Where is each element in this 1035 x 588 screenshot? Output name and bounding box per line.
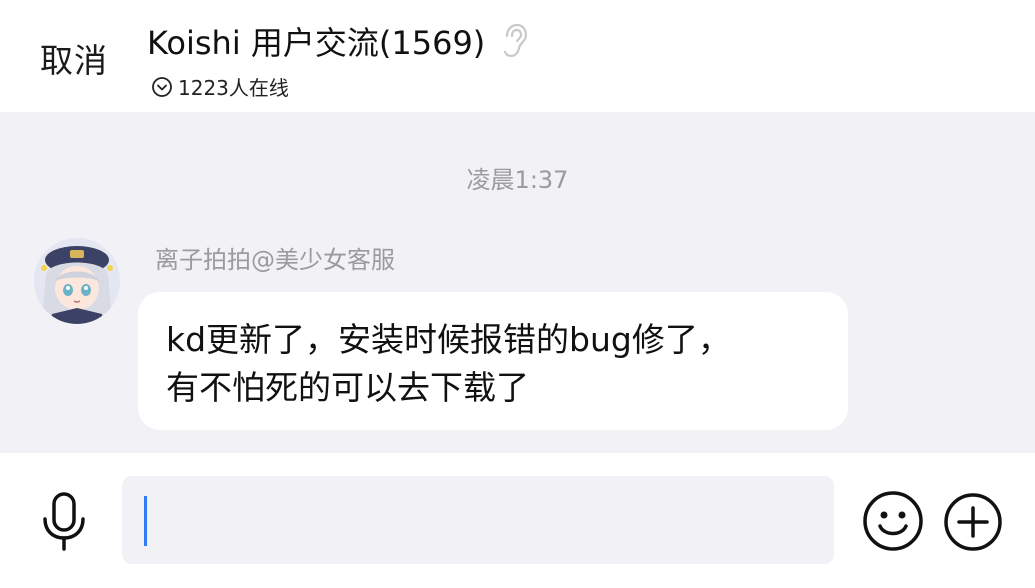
avatar[interactable] — [34, 238, 120, 324]
online-status[interactable]: 1223人在线 — [151, 72, 529, 101]
message-bubble[interactable]: kd更新了，安装时候报错的bug修了， 有不怕死的可以去下载了 — [138, 292, 848, 430]
sender-name[interactable]: 离子拍拍@美少女客服 — [155, 240, 395, 275]
message-text-line: 有不怕死的可以去下载了 — [166, 368, 529, 407]
message-input[interactable] — [122, 476, 834, 564]
message-list[interactable]: 凌晨1:37 离子拍拍@美少女客服 kd更新了，安装时候报错的bug修了， 有不… — [0, 112, 1035, 453]
plus-circle-icon[interactable] — [943, 492, 1003, 552]
chevron-circle-down-icon — [152, 76, 172, 97]
online-count: 1223人在线 — [178, 76, 289, 100]
message-text-line: kd更新了，安装时候报错的bug修了， — [166, 320, 731, 359]
chat-header: 取消 Koishi 用户交流(1569) 1223人在线 — [0, 0, 1035, 112]
avatar-illustration — [34, 238, 120, 324]
title-row: Koishi 用户交流(1569) — [147, 18, 529, 64]
microphone-icon[interactable] — [38, 491, 90, 553]
text-caret — [144, 496, 147, 546]
chat-title-area[interactable]: Koishi 用户交流(1569) 1223人在线 — [147, 18, 529, 101]
group-title[interactable]: Koishi 用户交流(1569) — [147, 18, 485, 64]
ear-icon[interactable] — [499, 22, 529, 60]
cancel-button[interactable]: 取消 — [40, 34, 108, 82]
input-bar — [0, 453, 1035, 588]
message-timestamp: 凌晨1:37 — [466, 166, 569, 194]
smiley-icon[interactable] — [862, 490, 924, 552]
